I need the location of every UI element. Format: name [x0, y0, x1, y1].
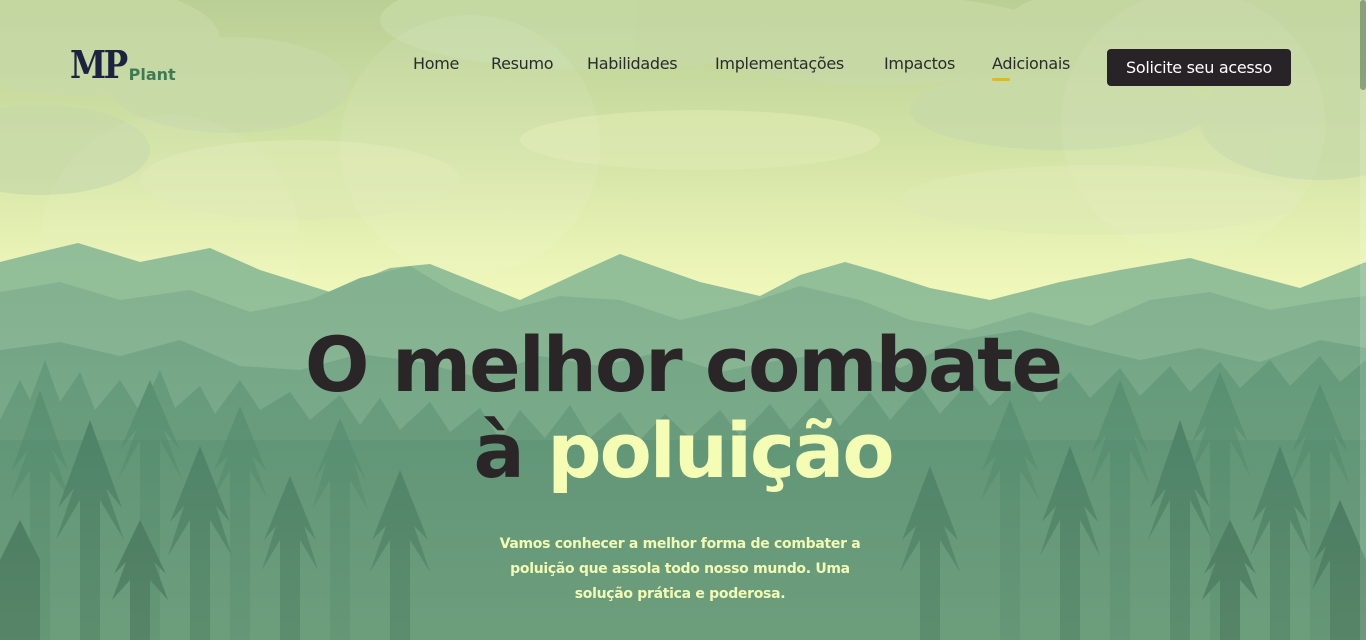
scrollbar-thumb[interactable] — [1360, 0, 1366, 90]
hero-section: MP Plant Home Resumo Habilidades Impleme… — [0, 0, 1366, 640]
logo-subtitle: Plant — [128, 65, 176, 84]
nav-item-adicionais[interactable]: Adicionais — [992, 54, 1070, 81]
headline-highlight: poluição — [547, 406, 894, 495]
page-scrollbar[interactable] — [1360, 0, 1366, 640]
nav-item-impactos[interactable]: Impactos — [884, 54, 955, 73]
logo-mark: MP — [70, 42, 128, 87]
hero-headline: O melhor combate à poluição — [0, 322, 1366, 494]
logo-link[interactable]: MP Plant — [70, 46, 176, 84]
request-access-button[interactable]: Solicite seu acesso — [1107, 49, 1291, 86]
headline-line-1: O melhor combate — [304, 320, 1063, 409]
nav-item-home[interactable]: Home — [413, 54, 459, 73]
headline-line-2: à poluição — [0, 408, 1366, 494]
nav-item-habilidades[interactable]: Habilidades — [587, 54, 678, 73]
headline-prefix: à — [473, 406, 548, 495]
hero-subtitle: Vamos conhecer a melhor forma de combate… — [499, 536, 861, 602]
nav-item-implementacoes[interactable]: Implementações — [715, 54, 844, 73]
nav-item-resumo[interactable]: Resumo — [491, 54, 554, 73]
